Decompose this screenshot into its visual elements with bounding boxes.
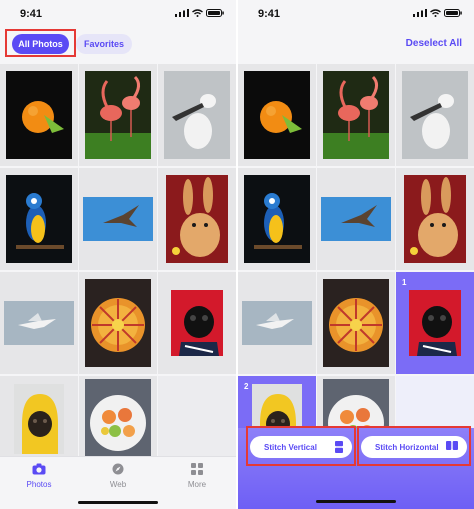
- status-time: 9:41: [20, 8, 43, 20]
- wifi-icon: [192, 9, 203, 17]
- deselect-all-button[interactable]: Deselect All: [406, 38, 462, 49]
- battery-icon: [444, 9, 462, 17]
- wifi-icon: [430, 9, 441, 17]
- photo-bird[interactable]: [79, 168, 157, 270]
- annotation-highlight-stitch-vertical: [246, 426, 356, 466]
- home-indicator: [78, 501, 158, 504]
- photo-orange[interactable]: [0, 64, 78, 166]
- tab-web-label: Web: [109, 480, 127, 489]
- photo-flamingo[interactable]: [79, 64, 157, 166]
- annotation-highlight-all-photos: [5, 29, 76, 57]
- photo-pug[interactable]: [158, 272, 236, 374]
- photo-spoonbill[interactable]: [396, 64, 474, 166]
- selection-number: 2: [244, 382, 249, 391]
- photo-flamingo[interactable]: [317, 64, 395, 166]
- photo-fruit-bowl[interactable]: [79, 376, 157, 462]
- photo-dog-hoodie[interactable]: [0, 376, 78, 462]
- battery-icon: [206, 9, 224, 17]
- tab-photos[interactable]: Photos: [14, 463, 64, 489]
- tab-bar: Photos Web More: [0, 456, 236, 509]
- signal-icon: [175, 9, 189, 17]
- photo-tart[interactable]: [79, 272, 157, 374]
- tab-photos-label: Photos: [26, 480, 52, 489]
- photo-parrot[interactable]: [238, 168, 316, 270]
- photo-grid: [0, 64, 236, 462]
- photo-parrot[interactable]: [0, 168, 78, 270]
- photo-spoonbill[interactable]: [158, 64, 236, 166]
- signal-icon: [413, 9, 427, 17]
- photo-grid: 1 2: [238, 64, 474, 462]
- tab-more[interactable]: More: [172, 463, 222, 489]
- photo-bird[interactable]: [317, 168, 395, 270]
- selection-number: 1: [402, 278, 407, 287]
- status-bar: 9:41: [238, 0, 474, 28]
- photos-screen-left: 9:41 All Photos Favorites Photos Web Mor…: [0, 0, 236, 509]
- tab-more-label: More: [187, 480, 207, 489]
- photo-rabbit[interactable]: [158, 168, 236, 270]
- photo-seagull[interactable]: [0, 272, 78, 374]
- compass-icon: [112, 463, 124, 475]
- favorites-tab[interactable]: Favorites: [76, 34, 132, 54]
- photo-tart[interactable]: [317, 272, 395, 374]
- status-time: 9:41: [258, 8, 281, 20]
- tab-web[interactable]: Web: [93, 463, 143, 489]
- photo-orange[interactable]: [238, 64, 316, 166]
- annotation-highlight-stitch-horizontal: [357, 426, 471, 466]
- status-bar: 9:41: [0, 0, 236, 28]
- home-indicator: [316, 500, 396, 503]
- photo-rabbit[interactable]: [396, 168, 474, 270]
- photo-seagull[interactable]: [238, 272, 316, 374]
- photo-pug-selected[interactable]: 1: [396, 272, 474, 374]
- grid-empty-cell: [158, 376, 236, 462]
- grid-icon: [191, 463, 203, 475]
- photos-screen-right: 9:41 Deselect All 1 2 Stitch Vertical St…: [238, 0, 474, 509]
- camera-icon: [32, 463, 46, 475]
